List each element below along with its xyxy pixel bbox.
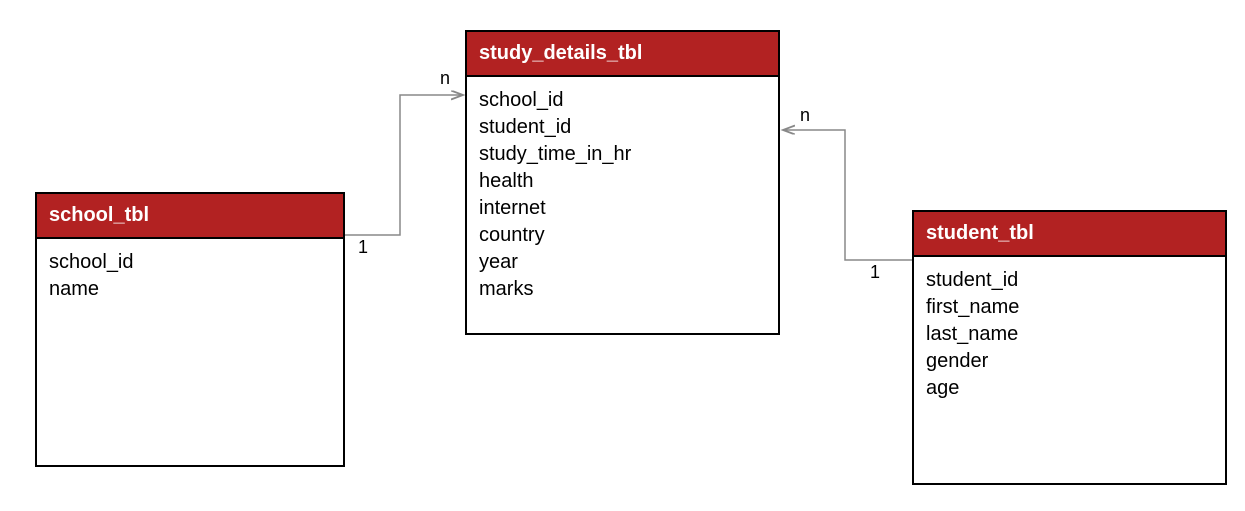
table-study-details: study_details_tbl school_id student_id s…: [465, 30, 780, 335]
field: marks: [479, 276, 766, 303]
field: age: [926, 375, 1213, 402]
field: health: [479, 168, 766, 195]
table-body-study-details: school_id student_id study_time_in_hr he…: [467, 77, 778, 313]
er-diagram: school_tbl school_id name study_details_…: [0, 0, 1245, 511]
cardinality-label: n: [800, 105, 810, 126]
field: gender: [926, 348, 1213, 375]
table-header-student: student_tbl: [914, 212, 1225, 257]
cardinality-label: 1: [870, 262, 880, 283]
cardinality-label: n: [440, 68, 450, 89]
field: country: [479, 222, 766, 249]
field: first_name: [926, 294, 1213, 321]
field: student_id: [926, 267, 1213, 294]
field: school_id: [49, 249, 331, 276]
table-header-school: school_tbl: [37, 194, 343, 239]
field: last_name: [926, 321, 1213, 348]
field: school_id: [479, 87, 766, 114]
table-header-study-details: study_details_tbl: [467, 32, 778, 77]
field: student_id: [479, 114, 766, 141]
cardinality-label: 1: [358, 237, 368, 258]
field: name: [49, 276, 331, 303]
field: internet: [479, 195, 766, 222]
table-body-school: school_id name: [37, 239, 343, 313]
table-body-student: student_id first_name last_name gender a…: [914, 257, 1225, 412]
table-school: school_tbl school_id name: [35, 192, 345, 467]
table-student: student_tbl student_id first_name last_n…: [912, 210, 1227, 485]
field: year: [479, 249, 766, 276]
field: study_time_in_hr: [479, 141, 766, 168]
